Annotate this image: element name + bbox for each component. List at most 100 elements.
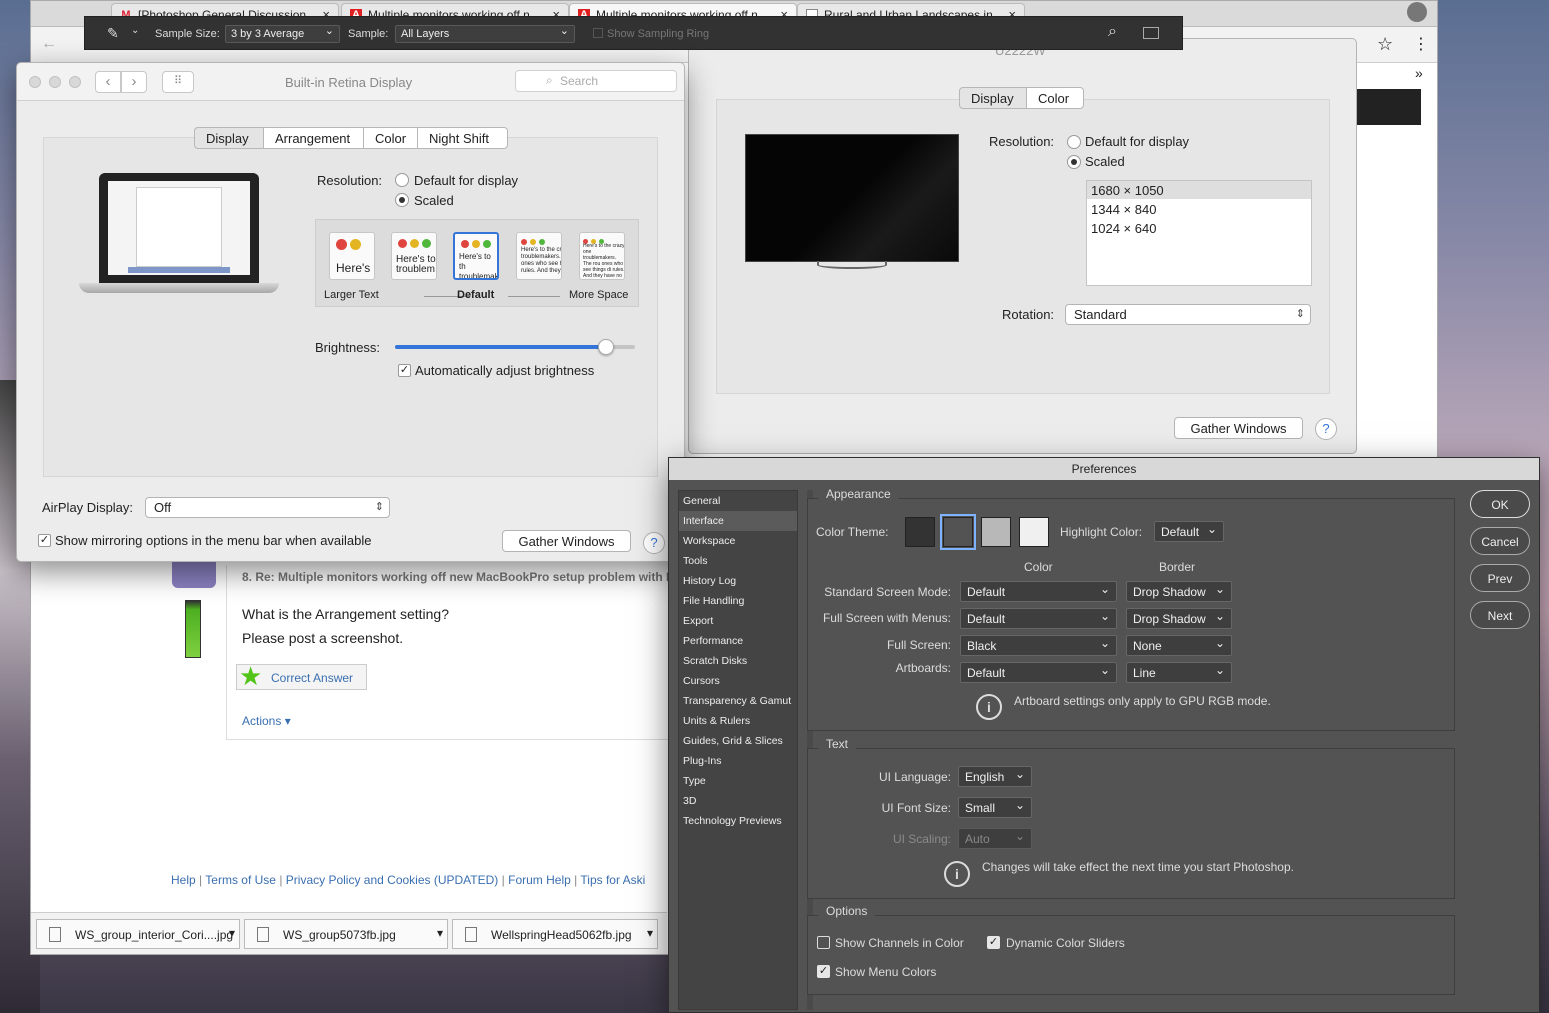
category-units-rulers[interactable]: Units & Rulers — [679, 711, 797, 731]
tab-arrangement[interactable]: Arrangement — [263, 127, 364, 149]
chevron-down-icon[interactable]: ⌄ — [131, 25, 139, 36]
search-input[interactable]: ⌕ Search — [515, 70, 677, 92]
help-button[interactable]: ? — [643, 532, 665, 554]
footer-link-help[interactable]: Help — [171, 873, 196, 887]
caret-icon[interactable]: ▾ — [647, 926, 653, 940]
category-3d[interactable]: 3D — [679, 791, 797, 811]
correct-answer-button[interactable]: ★ Correct Answer — [236, 661, 367, 691]
radio-scaled[interactable] — [1067, 155, 1081, 169]
rotation-popup[interactable]: Standard — [1065, 304, 1311, 325]
theme-swatch-lightest[interactable] — [1019, 517, 1049, 547]
ok-button[interactable]: OK — [1470, 490, 1530, 518]
ui-language-select[interactable]: English — [958, 766, 1032, 787]
caret-icon[interactable]: ▾ — [437, 926, 443, 940]
star-icon[interactable]: ☆ — [1377, 34, 1393, 55]
auto-brightness-checkbox[interactable]: ✓ — [398, 364, 411, 377]
scale-thumb-more-space[interactable]: Here's to the crazy one troublemakers. T… — [579, 232, 625, 280]
radio-default-display[interactable] — [1067, 135, 1081, 149]
ui-font-size-select[interactable]: Small — [958, 797, 1032, 818]
category-tech-previews[interactable]: Technology Previews — [679, 811, 797, 831]
resolution-option[interactable]: 1344 × 840 — [1087, 200, 1311, 218]
download-item-2[interactable]: WS_group5073fb.jpg ▾ — [244, 919, 448, 949]
artboards-color-select[interactable]: Default — [960, 662, 1117, 683]
radio-scaled[interactable] — [395, 193, 409, 207]
show-channels-checkbox[interactable] — [817, 936, 830, 949]
cancel-button[interactable]: Cancel — [1470, 527, 1530, 555]
dynamic-sliders-checkbox[interactable]: ✓ — [987, 936, 1000, 949]
standard-screen-border-select[interactable]: Drop Shadow — [1126, 581, 1232, 602]
standard-screen-color-select[interactable]: Default — [960, 581, 1117, 602]
category-guides-grid[interactable]: Guides, Grid & Slices — [679, 731, 797, 751]
category-workspace[interactable]: Workspace — [679, 531, 797, 551]
scale-thumb-default[interactable]: Here's to th troublemak ones who — [453, 232, 499, 280]
resolution-option[interactable]: 1024 × 640 — [1087, 219, 1311, 237]
tab-display[interactable]: Display — [194, 127, 264, 149]
sample-size-select[interactable]: 3 by 3 Average — [225, 24, 340, 43]
help-button[interactable]: ? — [1315, 418, 1337, 440]
full-screen-border-select[interactable]: None — [1126, 635, 1232, 656]
tab-color[interactable]: Color — [1026, 87, 1084, 109]
profile-icon[interactable] — [1407, 2, 1427, 22]
category-interface[interactable]: Interface — [679, 511, 797, 531]
category-history-log[interactable]: History Log — [679, 571, 797, 591]
zoom-window-button[interactable] — [69, 76, 81, 88]
full-screen-color-select[interactable]: Black — [960, 635, 1117, 656]
back-button[interactable]: ‹ — [95, 71, 121, 93]
footer-link-terms[interactable]: Terms of Use — [205, 873, 276, 887]
category-file-handling[interactable]: File Handling — [679, 591, 797, 611]
caret-icon[interactable]: ▾ — [229, 926, 235, 940]
footer-link-tips[interactable]: Tips for Aski — [580, 873, 645, 887]
category-performance[interactable]: Performance — [679, 631, 797, 651]
close-window-button[interactable] — [29, 76, 41, 88]
minimize-window-button[interactable] — [49, 76, 61, 88]
category-type[interactable]: Type — [679, 771, 797, 791]
resolution-option[interactable]: 1680 × 1050 — [1087, 181, 1311, 199]
category-transparency[interactable]: Transparency & Gamut — [679, 691, 797, 711]
category-export[interactable]: Export — [679, 611, 797, 631]
category-cursors[interactable]: Cursors — [679, 671, 797, 691]
airplay-popup[interactable]: Off — [145, 497, 390, 518]
menu-colors-checkbox[interactable]: ✓ — [817, 965, 830, 978]
scale-thumb-larger-text[interactable]: Here's — [329, 232, 375, 280]
theme-swatch-light[interactable] — [981, 517, 1011, 547]
tab-color[interactable]: Color — [363, 127, 418, 149]
theme-swatch-darkest[interactable] — [905, 517, 935, 547]
tab-night-shift[interactable]: Night Shift — [417, 127, 508, 149]
tab-display[interactable]: Display — [959, 87, 1027, 109]
download-item-3[interactable]: WellspringHead5062fb.jpg ▾ — [452, 919, 658, 949]
highlight-color-select[interactable]: Default — [1154, 521, 1224, 542]
footer-link-privacy[interactable]: Privacy Policy and Cookies (UPDATED) — [286, 873, 499, 887]
category-tools[interactable]: Tools — [679, 551, 797, 571]
workspace-icon[interactable] — [1143, 27, 1159, 39]
scale-thumb-2[interactable]: Here's to troublem — [391, 232, 437, 280]
full-screen-menus-color-select[interactable]: Default — [960, 608, 1117, 629]
category-scratch-disks[interactable]: Scratch Disks — [679, 651, 797, 671]
footer-link-forum-help[interactable]: Forum Help — [508, 873, 571, 887]
eyedropper-icon[interactable]: ✎ — [107, 25, 119, 42]
gather-windows-button[interactable]: Gather Windows — [1174, 417, 1303, 439]
category-plug-ins[interactable]: Plug-Ins — [679, 751, 797, 771]
theme-swatch-dark[interactable] — [940, 514, 976, 550]
category-general[interactable]: General — [679, 491, 797, 511]
full-screen-menus-border-select[interactable]: Drop Shadow — [1126, 608, 1232, 629]
prev-button[interactable]: Prev — [1470, 564, 1530, 592]
sampling-ring-checkbox[interactable] — [593, 28, 603, 38]
gather-windows-button[interactable]: Gather Windows — [502, 530, 631, 552]
brightness-slider[interactable] — [395, 339, 635, 355]
actions-menu[interactable]: Actions ▾ — [242, 714, 291, 728]
scale-thumb-4[interactable]: Here's to the cr troublemakers. ones who… — [516, 232, 562, 280]
mirroring-checkbox[interactable]: ✓ — [38, 534, 51, 547]
forward-button[interactable]: › — [121, 71, 147, 93]
overflow-icon[interactable]: » — [1415, 65, 1423, 81]
menu-icon[interactable]: ⋮ — [1413, 34, 1429, 54]
back-icon[interactable]: ← — [41, 35, 57, 53]
search-icon[interactable]: ⌕ — [1108, 23, 1117, 41]
download-item-1[interactable]: WS_group_interior_Cori....jpg ▾ — [36, 919, 240, 949]
sample-select[interactable]: All Layers — [395, 24, 575, 43]
radio-default-display[interactable] — [395, 173, 409, 187]
artboards-border-select[interactable]: Line — [1126, 662, 1232, 683]
post-title[interactable]: 8. Re: Multiple monitors working off new… — [242, 570, 682, 584]
grid-icon[interactable]: ⠿ — [162, 71, 194, 93]
ui-scaling-select[interactable]: Auto — [958, 828, 1032, 849]
next-button[interactable]: Next — [1470, 601, 1530, 629]
